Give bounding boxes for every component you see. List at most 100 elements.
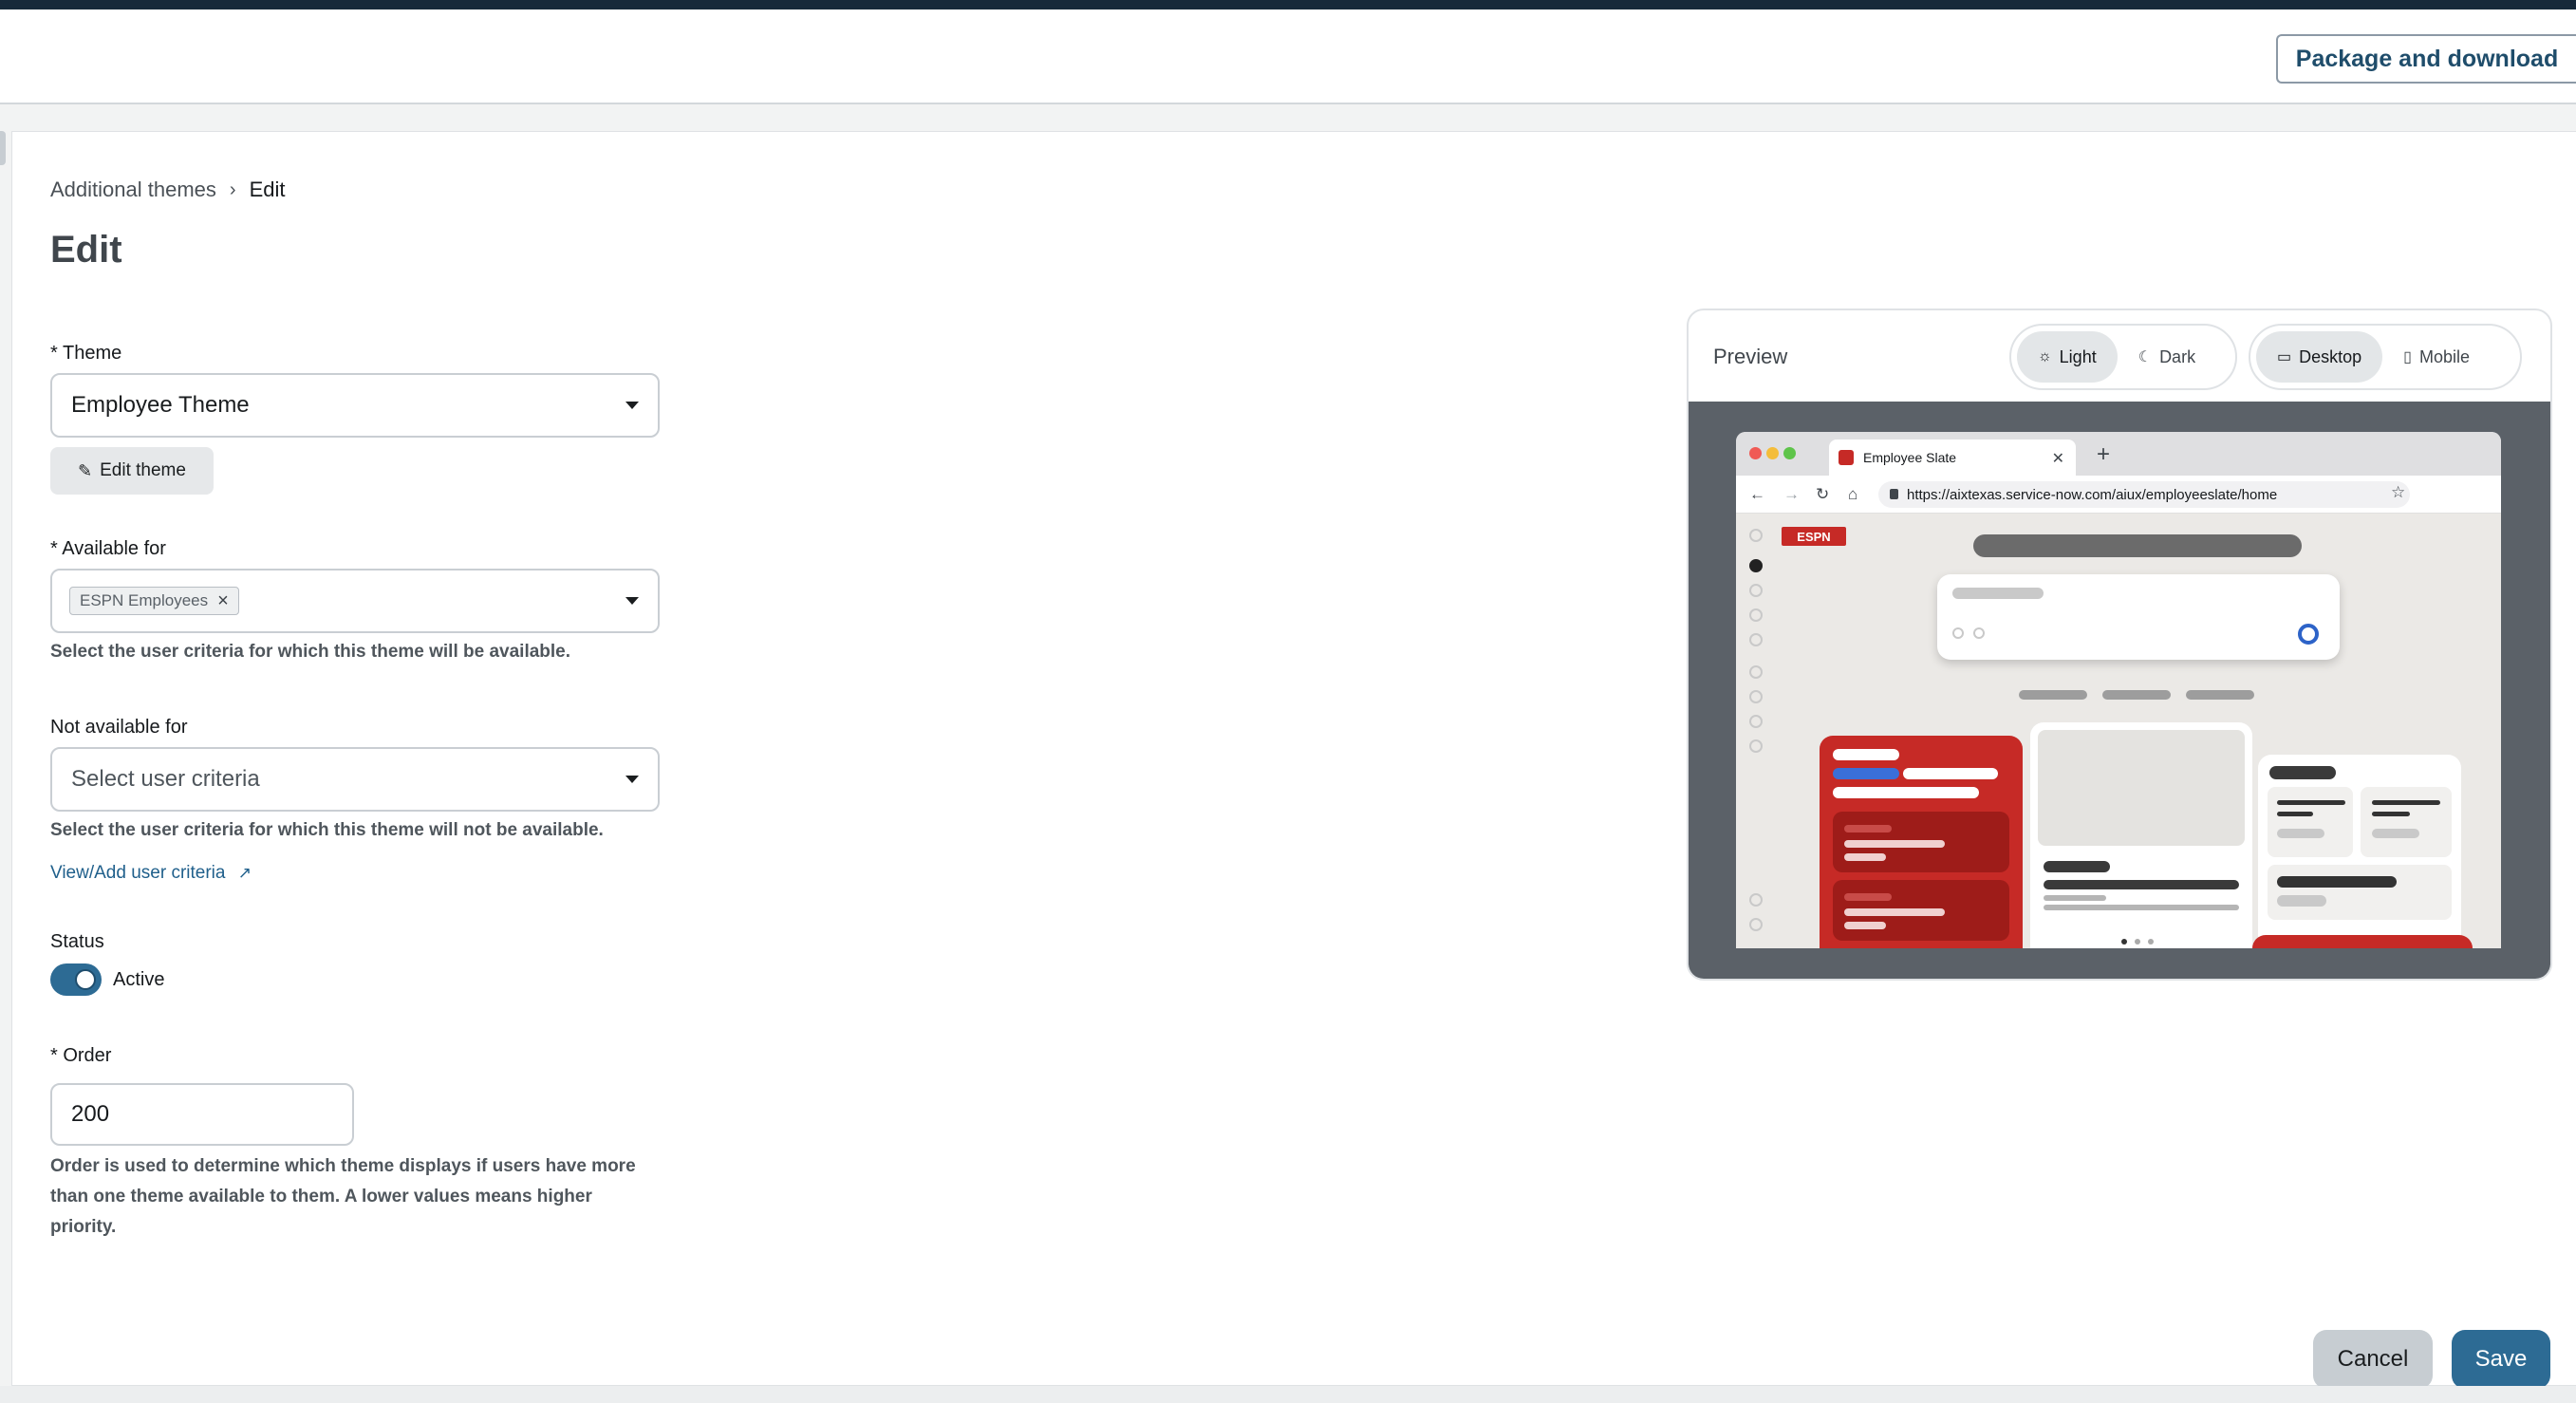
user-criteria-chip: ESPN Employees × <box>69 587 239 615</box>
placeholder-bar <box>2277 876 2397 888</box>
mini-card <box>2361 787 2452 857</box>
browser-tab: Employee Slate ✕ <box>1829 440 2076 476</box>
tab-close-icon: ✕ <box>2051 451 2064 467</box>
available-for-label: * Available for <box>50 538 166 559</box>
breadcrumb-additional-themes[interactable]: Additional themes <box>50 178 216 202</box>
status-toggle[interactable] <box>50 963 102 996</box>
theme-select-value: Employee Theme <box>71 392 250 418</box>
lock-icon <box>1890 489 1898 499</box>
browser-tab-title: Employee Slate <box>1863 450 1957 465</box>
not-available-for-select[interactable]: Select user criteria <box>50 747 660 812</box>
status-value: Active <box>113 969 165 990</box>
placeholder-bar <box>1844 853 1886 861</box>
placeholder-bar <box>1844 825 1892 832</box>
preview-stage: Employee Slate ✕ + ← → ↻ ⌂ https://aixte… <box>1689 402 2550 979</box>
device-toggle: ▭ Desktop ▯ Mobile <box>2249 324 2522 390</box>
monitor-icon: ▭ <box>2277 349 2292 365</box>
sidebar-dot <box>1749 739 1763 753</box>
caret-down-icon <box>625 597 639 605</box>
order-help: Order is used to determine which theme d… <box>50 1156 636 1237</box>
chip-label: ESPN Employees <box>80 591 209 609</box>
placeholder-bar <box>2044 895 2106 901</box>
assistant-icon <box>2298 624 2319 645</box>
placeholder-bar <box>1844 908 1945 916</box>
device-mobile-button[interactable]: ▯ Mobile <box>2382 331 2491 383</box>
sidebar-dot <box>1749 665 1763 679</box>
edit-theme-label: Edit theme <box>100 460 186 480</box>
mode-dark-button[interactable]: ☾ Dark <box>2118 331 2216 383</box>
close-icon[interactable]: × <box>217 590 229 612</box>
phone-icon: ▯ <box>2403 349 2412 365</box>
placeholder-bar <box>2372 812 2410 816</box>
placeholder-bar <box>1844 840 1945 848</box>
chevron-right-icon: › <box>229 178 236 200</box>
right-card <box>2252 755 2473 948</box>
sidebar-dot <box>1749 715 1763 728</box>
moon-icon: ☾ <box>2137 349 2153 365</box>
sidebar-dot <box>1749 633 1763 646</box>
placeholder-bar <box>2269 766 2336 779</box>
placeholder-bar <box>2044 905 2239 910</box>
view-add-user-criteria-link[interactable]: View/Add user criteria ↗ <box>50 863 252 884</box>
placeholder-bar <box>2277 895 2326 907</box>
sidebar-dot <box>1749 584 1763 597</box>
carousel-dot-active <box>2121 939 2127 945</box>
external-link-icon: ↗ <box>237 864 252 882</box>
browser-url-bar: ← → ↻ ⌂ https://aixtexas.service-now.com… <box>1736 476 2501 514</box>
sidebar-dot <box>1749 529 1763 542</box>
side-panel-handle[interactable] <box>0 131 6 165</box>
device-desktop-button[interactable]: ▭ Desktop <box>2256 331 2383 383</box>
placeholder-bar <box>1973 534 2302 557</box>
preview-title: Preview <box>1713 345 1788 368</box>
reload-icon: ↻ <box>1816 485 1830 503</box>
espn-logo: ESPN <box>1782 527 1846 546</box>
available-for-select[interactable]: ESPN Employees × <box>50 569 660 633</box>
placeholder-dot <box>1952 627 1964 639</box>
placeholder-bar <box>2102 690 2171 700</box>
sidebar-dot <box>1749 690 1763 703</box>
breadcrumb: Additional themes › Edit <box>50 178 285 202</box>
page-title: Edit <box>50 229 122 271</box>
mode-light-label: Light <box>2059 346 2097 366</box>
preview-browser: Employee Slate ✕ + ← → ↻ ⌂ https://aixte… <box>1736 432 2501 948</box>
placeholder-bar <box>2044 880 2239 889</box>
mode-dark-label: Dark <box>2159 346 2196 366</box>
device-mobile-label: Mobile <box>2418 346 2471 366</box>
sidebar-dot <box>1749 608 1763 622</box>
package-and-download-button[interactable]: Package and download <box>2276 34 2576 84</box>
preview-card: Preview ☼ Light ☾ Dark ▭ Desktop ▯ Mobil… <box>1687 309 2552 981</box>
placeholder-bar <box>2044 861 2110 872</box>
placeholder-bar <box>1833 787 1979 798</box>
mode-light-button[interactable]: ☼ Light <box>2017 331 2118 383</box>
placeholder-bar <box>2277 800 2345 805</box>
placeholder-bar <box>1952 588 2044 599</box>
theme-mode-toggle: ☼ Light ☾ Dark <box>2009 324 2237 390</box>
theme-select[interactable]: Employee Theme <box>50 373 660 438</box>
placeholder-bar <box>2019 690 2087 700</box>
view-add-link-label: View/Add user criteria <box>50 863 226 883</box>
favicon-icon <box>1839 450 1854 465</box>
red-subcard <box>1833 812 2009 872</box>
edit-panel: Additional themes › Edit Edit * Theme Em… <box>11 131 2576 1389</box>
bookmark-star-icon: ☆ <box>2391 483 2406 501</box>
placeholder-bar <box>2372 800 2440 805</box>
sidebar-dot <box>1749 893 1763 907</box>
carousel-dot <box>2135 939 2140 945</box>
bottom-strip <box>0 1386 2576 1403</box>
order-input[interactable]: 200 <box>50 1083 354 1146</box>
placeholder-bar <box>1833 749 1899 760</box>
placeholder-bar <box>1833 768 1899 779</box>
header-bar: Package and download <box>0 9 2576 104</box>
placeholder-bar <box>2186 690 2254 700</box>
device-desktop-label: Desktop <box>2299 346 2362 366</box>
not-available-for-placeholder: Select user criteria <box>71 766 260 792</box>
not-available-for-help: Select the user criteria for which this … <box>50 820 604 840</box>
order-value: 200 <box>71 1101 110 1127</box>
edit-theme-button[interactable]: ✎ Edit theme <box>50 447 214 495</box>
save-button[interactable]: Save <box>2452 1330 2550 1389</box>
window-close-dot <box>1749 447 1762 459</box>
order-label: * Order <box>50 1045 112 1066</box>
placeholder-bar <box>1903 768 1998 779</box>
sidebar-dot <box>1749 918 1763 931</box>
cancel-button[interactable]: Cancel <box>2313 1330 2433 1389</box>
